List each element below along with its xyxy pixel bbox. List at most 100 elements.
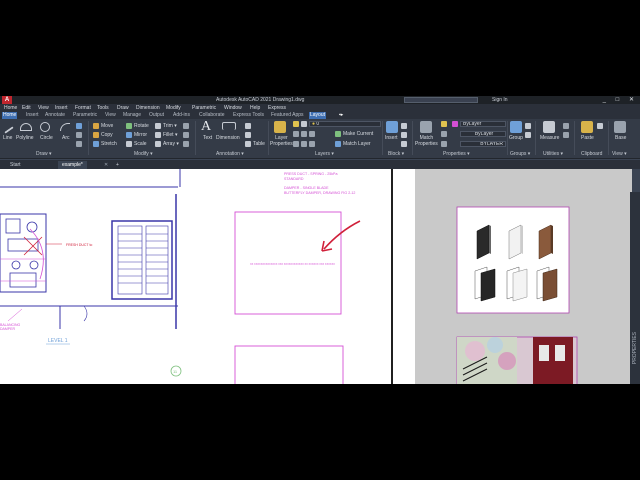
window-controls[interactable]: _ □ ✕ [603, 96, 638, 104]
tab-insert[interactable]: Insert [25, 112, 40, 119]
rendered-interior-image[interactable] [456, 336, 578, 384]
block-panel-title[interactable]: Block ▾ [388, 151, 404, 157]
circle-button[interactable]: Circle [40, 135, 53, 141]
offset-icon[interactable] [183, 141, 189, 147]
layer-merge-icon[interactable] [301, 141, 307, 147]
menu-window[interactable]: Window [224, 104, 242, 112]
insert-button[interactable]: Insert [385, 135, 398, 141]
arc-icon[interactable] [60, 123, 70, 131]
polyline-button[interactable]: Polyline [16, 135, 34, 141]
properties-panel-title[interactable]: Properties ▾ [443, 151, 470, 157]
tab-express-tools[interactable]: Express Tools [232, 112, 265, 119]
quick-select-icon[interactable] [563, 123, 569, 129]
insert-block-icon[interactable] [386, 121, 398, 133]
tab-manage[interactable]: Manage [122, 112, 142, 119]
move-button[interactable]: Move [101, 123, 113, 129]
stretch-button[interactable]: Stretch [101, 141, 117, 147]
viewport-frame[interactable] [234, 345, 344, 384]
copy-button[interactable]: Copy [101, 132, 113, 138]
mirror-button[interactable]: Mirror [134, 132, 147, 138]
menu-modify[interactable]: Modify [166, 104, 181, 112]
edit-block-icon[interactable] [401, 132, 407, 138]
scale-button[interactable]: Scale [134, 141, 147, 147]
annotation-panel-title[interactable]: Annotation ▾ [216, 151, 244, 157]
create-block-icon[interactable] [401, 123, 407, 129]
tab-layout[interactable]: Layout [309, 112, 327, 119]
base-button[interactable]: Base [615, 135, 626, 141]
leader-icon[interactable] [245, 123, 251, 129]
group-edit-icon[interactable] [525, 132, 531, 138]
utilities-panel-title[interactable]: Utilities ▾ [543, 151, 563, 157]
measure-icon[interactable] [543, 121, 555, 133]
circle-icon[interactable] [40, 122, 50, 132]
match-properties-button[interactable]: Match Properties [415, 135, 438, 147]
edit-attributes-icon[interactable] [401, 141, 407, 147]
layer-freeze-icon[interactable] [301, 121, 307, 127]
ungroup-icon[interactable] [525, 123, 531, 129]
dimension-button[interactable]: Dimension [216, 135, 240, 141]
tab-output[interactable]: Output [148, 112, 165, 119]
new-tab-button[interactable]: + [112, 161, 123, 169]
draw-panel-title[interactable]: Draw ▾ [36, 151, 52, 157]
layers-panel-title[interactable]: Layers ▾ [315, 151, 334, 157]
viewport-divider[interactable] [391, 169, 415, 384]
menu-home[interactable]: Home [4, 104, 17, 112]
measure-button[interactable]: Measure [540, 135, 559, 141]
base-view-icon[interactable] [614, 121, 626, 133]
layer-walk-icon[interactable] [293, 141, 299, 147]
group-icon[interactable] [510, 121, 522, 133]
text-icon[interactable]: A [201, 120, 213, 134]
table-button[interactable]: Table [253, 141, 265, 147]
array-button[interactable]: Array ▾ [163, 141, 179, 147]
menu-draw[interactable]: Draw [117, 104, 129, 112]
layer-isolate-icon[interactable] [301, 131, 307, 137]
tab-overflow-icon[interactable]: ▪▸ [338, 112, 344, 119]
close-tab-icon[interactable]: ✕ [100, 161, 112, 169]
tab-drawing[interactable]: example* [58, 161, 87, 169]
group-button[interactable]: Group [509, 135, 523, 141]
text-button[interactable]: Text [203, 135, 212, 141]
line-button[interactable]: Line [3, 135, 12, 141]
tab-home[interactable]: Home [2, 112, 18, 119]
layer-state-icon[interactable] [293, 121, 299, 127]
tab-start[interactable]: Start [6, 161, 25, 169]
menu-parametric[interactable]: Parametric [192, 104, 216, 112]
tab-annotate[interactable]: Annotate [44, 112, 66, 119]
menu-help[interactable]: Help [250, 104, 260, 112]
clipboard-panel-title[interactable]: Clipboard [581, 151, 602, 157]
paste-button[interactable]: Paste [581, 135, 594, 141]
menu-view[interactable]: View [38, 104, 49, 112]
layer-off-icon[interactable] [293, 131, 299, 137]
erase-icon[interactable] [183, 123, 189, 129]
markup-icon[interactable] [245, 132, 251, 138]
copy-clip-icon[interactable] [597, 123, 603, 129]
lineweight-dropdown[interactable]: ByLayer [460, 131, 506, 137]
tab-addins[interactable]: Add-ins [172, 112, 191, 119]
rectangle-icon[interactable] [76, 123, 82, 129]
search-input[interactable] [404, 97, 478, 103]
explode-icon[interactable] [183, 132, 189, 138]
layout-viewport[interactable] [415, 169, 632, 384]
menu-insert[interactable]: Insert [55, 104, 68, 112]
paste-icon[interactable] [581, 121, 593, 133]
menu-express[interactable]: Express [268, 104, 286, 112]
tab-featured-apps[interactable]: Featured Apps [270, 112, 305, 119]
menu-edit[interactable]: Edit [22, 104, 31, 112]
menu-tools[interactable]: Tools [97, 104, 109, 112]
sign-in-button[interactable]: Sign In [492, 96, 508, 104]
rotate-button[interactable]: Rotate [134, 123, 149, 129]
color-dropdown[interactable]: ByLayer [460, 121, 506, 127]
modify-panel-title[interactable]: Modify ▾ [134, 151, 153, 157]
view-panel-title[interactable]: View ▾ [612, 151, 627, 157]
select-all-icon[interactable] [563, 132, 569, 138]
layer-dropdown[interactable]: ● 0 [309, 121, 381, 127]
layer-lock-icon[interactable] [309, 131, 315, 137]
trim-button[interactable]: Trim ▾ [163, 123, 177, 129]
layer-delete-icon[interactable] [309, 141, 315, 147]
fillet-button[interactable]: Fillet ▾ [163, 132, 177, 138]
linetype-dropdown[interactable]: BYLAYER [460, 141, 506, 147]
layer-properties-icon[interactable] [274, 121, 286, 133]
menu-format[interactable]: Format [75, 104, 91, 112]
match-properties-icon[interactable] [420, 121, 432, 133]
line-icon[interactable] [4, 126, 14, 134]
